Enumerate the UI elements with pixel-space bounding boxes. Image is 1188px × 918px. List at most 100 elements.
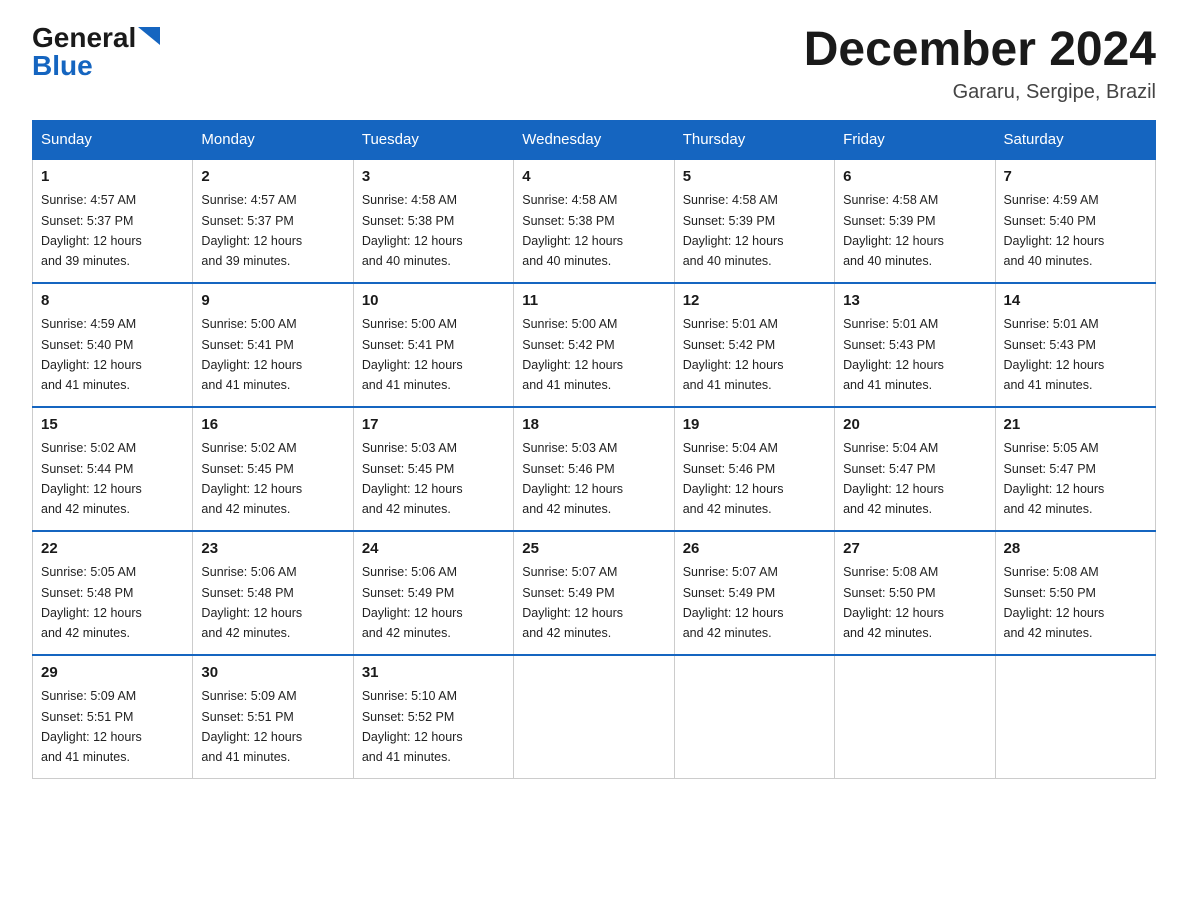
- day-info: Sunrise: 4:58 AMSunset: 5:39 PMDaylight:…: [843, 193, 944, 268]
- day-info: Sunrise: 5:00 AMSunset: 5:41 PMDaylight:…: [201, 317, 302, 392]
- column-header-tuesday: Tuesday: [353, 120, 513, 159]
- calendar-table: SundayMondayTuesdayWednesdayThursdayFrid…: [32, 120, 1156, 779]
- calendar-cell: 31 Sunrise: 5:10 AMSunset: 5:52 PMDaylig…: [353, 655, 513, 779]
- day-number: 15: [41, 414, 184, 437]
- day-info: Sunrise: 5:01 AMSunset: 5:42 PMDaylight:…: [683, 317, 784, 392]
- page-header: General Blue December 2024 Gararu, Sergi…: [32, 24, 1156, 104]
- column-header-friday: Friday: [835, 120, 995, 159]
- day-info: Sunrise: 4:59 AMSunset: 5:40 PMDaylight:…: [1004, 193, 1105, 268]
- day-number: 28: [1004, 538, 1147, 561]
- calendar-cell: 17 Sunrise: 5:03 AMSunset: 5:45 PMDaylig…: [353, 407, 513, 531]
- calendar-cell: 23 Sunrise: 5:06 AMSunset: 5:48 PMDaylig…: [193, 531, 353, 655]
- day-number: 17: [362, 414, 505, 437]
- calendar-cell: 4 Sunrise: 4:58 AMSunset: 5:38 PMDayligh…: [514, 159, 674, 283]
- calendar-cell: 9 Sunrise: 5:00 AMSunset: 5:41 PMDayligh…: [193, 283, 353, 407]
- calendar-cell: 29 Sunrise: 5:09 AMSunset: 5:51 PMDaylig…: [33, 655, 193, 779]
- day-info: Sunrise: 5:09 AMSunset: 5:51 PMDaylight:…: [41, 689, 142, 764]
- day-number: 27: [843, 538, 986, 561]
- day-number: 26: [683, 538, 826, 561]
- calendar-cell: 2 Sunrise: 4:57 AMSunset: 5:37 PMDayligh…: [193, 159, 353, 283]
- calendar-cell: 24 Sunrise: 5:06 AMSunset: 5:49 PMDaylig…: [353, 531, 513, 655]
- day-info: Sunrise: 4:57 AMSunset: 5:37 PMDaylight:…: [201, 193, 302, 268]
- day-number: 7: [1004, 166, 1147, 189]
- day-number: 14: [1004, 290, 1147, 313]
- day-number: 22: [41, 538, 184, 561]
- calendar-cell: 11 Sunrise: 5:00 AMSunset: 5:42 PMDaylig…: [514, 283, 674, 407]
- calendar-week-row: 8 Sunrise: 4:59 AMSunset: 5:40 PMDayligh…: [33, 283, 1156, 407]
- calendar-cell: [674, 655, 834, 779]
- calendar-cell: 10 Sunrise: 5:00 AMSunset: 5:41 PMDaylig…: [353, 283, 513, 407]
- logo-blue-text: Blue: [32, 52, 93, 80]
- day-info: Sunrise: 5:10 AMSunset: 5:52 PMDaylight:…: [362, 689, 463, 764]
- calendar-cell: [835, 655, 995, 779]
- calendar-cell: 14 Sunrise: 5:01 AMSunset: 5:43 PMDaylig…: [995, 283, 1155, 407]
- day-info: Sunrise: 5:01 AMSunset: 5:43 PMDaylight:…: [843, 317, 944, 392]
- day-number: 21: [1004, 414, 1147, 437]
- calendar-cell: 20 Sunrise: 5:04 AMSunset: 5:47 PMDaylig…: [835, 407, 995, 531]
- day-info: Sunrise: 4:58 AMSunset: 5:39 PMDaylight:…: [683, 193, 784, 268]
- column-header-monday: Monday: [193, 120, 353, 159]
- day-number: 31: [362, 662, 505, 685]
- day-number: 29: [41, 662, 184, 685]
- calendar-cell: 12 Sunrise: 5:01 AMSunset: 5:42 PMDaylig…: [674, 283, 834, 407]
- day-number: 5: [683, 166, 826, 189]
- logo: General Blue: [32, 24, 160, 80]
- day-number: 1: [41, 166, 184, 189]
- day-number: 23: [201, 538, 344, 561]
- day-info: Sunrise: 5:06 AMSunset: 5:49 PMDaylight:…: [362, 565, 463, 640]
- calendar-cell: 5 Sunrise: 4:58 AMSunset: 5:39 PMDayligh…: [674, 159, 834, 283]
- day-info: Sunrise: 5:00 AMSunset: 5:41 PMDaylight:…: [362, 317, 463, 392]
- calendar-cell: 13 Sunrise: 5:01 AMSunset: 5:43 PMDaylig…: [835, 283, 995, 407]
- day-info: Sunrise: 5:04 AMSunset: 5:47 PMDaylight:…: [843, 441, 944, 516]
- day-number: 9: [201, 290, 344, 313]
- calendar-cell: 19 Sunrise: 5:04 AMSunset: 5:46 PMDaylig…: [674, 407, 834, 531]
- calendar-week-row: 1 Sunrise: 4:57 AMSunset: 5:37 PMDayligh…: [33, 159, 1156, 283]
- title-area: December 2024 Gararu, Sergipe, Brazil: [804, 24, 1156, 104]
- day-number: 10: [362, 290, 505, 313]
- day-info: Sunrise: 5:07 AMSunset: 5:49 PMDaylight:…: [522, 565, 623, 640]
- day-info: Sunrise: 5:03 AMSunset: 5:45 PMDaylight:…: [362, 441, 463, 516]
- day-info: Sunrise: 5:02 AMSunset: 5:44 PMDaylight:…: [41, 441, 142, 516]
- day-info: Sunrise: 5:08 AMSunset: 5:50 PMDaylight:…: [843, 565, 944, 640]
- calendar-cell: 21 Sunrise: 5:05 AMSunset: 5:47 PMDaylig…: [995, 407, 1155, 531]
- day-number: 20: [843, 414, 986, 437]
- day-info: Sunrise: 5:01 AMSunset: 5:43 PMDaylight:…: [1004, 317, 1105, 392]
- column-header-thursday: Thursday: [674, 120, 834, 159]
- calendar-cell: 8 Sunrise: 4:59 AMSunset: 5:40 PMDayligh…: [33, 283, 193, 407]
- logo-general-text: General: [32, 24, 136, 52]
- calendar-cell: 15 Sunrise: 5:02 AMSunset: 5:44 PMDaylig…: [33, 407, 193, 531]
- calendar-week-row: 29 Sunrise: 5:09 AMSunset: 5:51 PMDaylig…: [33, 655, 1156, 779]
- calendar-cell: 6 Sunrise: 4:58 AMSunset: 5:39 PMDayligh…: [835, 159, 995, 283]
- day-number: 4: [522, 166, 665, 189]
- day-number: 2: [201, 166, 344, 189]
- column-header-wednesday: Wednesday: [514, 120, 674, 159]
- month-title: December 2024: [804, 24, 1156, 77]
- calendar-week-row: 22 Sunrise: 5:05 AMSunset: 5:48 PMDaylig…: [33, 531, 1156, 655]
- day-number: 12: [683, 290, 826, 313]
- calendar-cell: 16 Sunrise: 5:02 AMSunset: 5:45 PMDaylig…: [193, 407, 353, 531]
- day-info: Sunrise: 4:58 AMSunset: 5:38 PMDaylight:…: [362, 193, 463, 268]
- day-info: Sunrise: 4:58 AMSunset: 5:38 PMDaylight:…: [522, 193, 623, 268]
- day-info: Sunrise: 5:04 AMSunset: 5:46 PMDaylight:…: [683, 441, 784, 516]
- day-number: 18: [522, 414, 665, 437]
- calendar-cell: 26 Sunrise: 5:07 AMSunset: 5:49 PMDaylig…: [674, 531, 834, 655]
- calendar-cell: 25 Sunrise: 5:07 AMSunset: 5:49 PMDaylig…: [514, 531, 674, 655]
- day-info: Sunrise: 5:03 AMSunset: 5:46 PMDaylight:…: [522, 441, 623, 516]
- day-number: 19: [683, 414, 826, 437]
- calendar-cell: [514, 655, 674, 779]
- day-number: 8: [41, 290, 184, 313]
- day-number: 6: [843, 166, 986, 189]
- calendar-cell: 18 Sunrise: 5:03 AMSunset: 5:46 PMDaylig…: [514, 407, 674, 531]
- day-number: 13: [843, 290, 986, 313]
- day-number: 25: [522, 538, 665, 561]
- day-number: 3: [362, 166, 505, 189]
- logo-triangle-icon: [138, 27, 160, 45]
- day-info: Sunrise: 5:05 AMSunset: 5:47 PMDaylight:…: [1004, 441, 1105, 516]
- day-info: Sunrise: 5:02 AMSunset: 5:45 PMDaylight:…: [201, 441, 302, 516]
- day-number: 24: [362, 538, 505, 561]
- calendar-cell: 3 Sunrise: 4:58 AMSunset: 5:38 PMDayligh…: [353, 159, 513, 283]
- day-number: 11: [522, 290, 665, 313]
- calendar-cell: 7 Sunrise: 4:59 AMSunset: 5:40 PMDayligh…: [995, 159, 1155, 283]
- day-info: Sunrise: 5:05 AMSunset: 5:48 PMDaylight:…: [41, 565, 142, 640]
- day-info: Sunrise: 5:00 AMSunset: 5:42 PMDaylight:…: [522, 317, 623, 392]
